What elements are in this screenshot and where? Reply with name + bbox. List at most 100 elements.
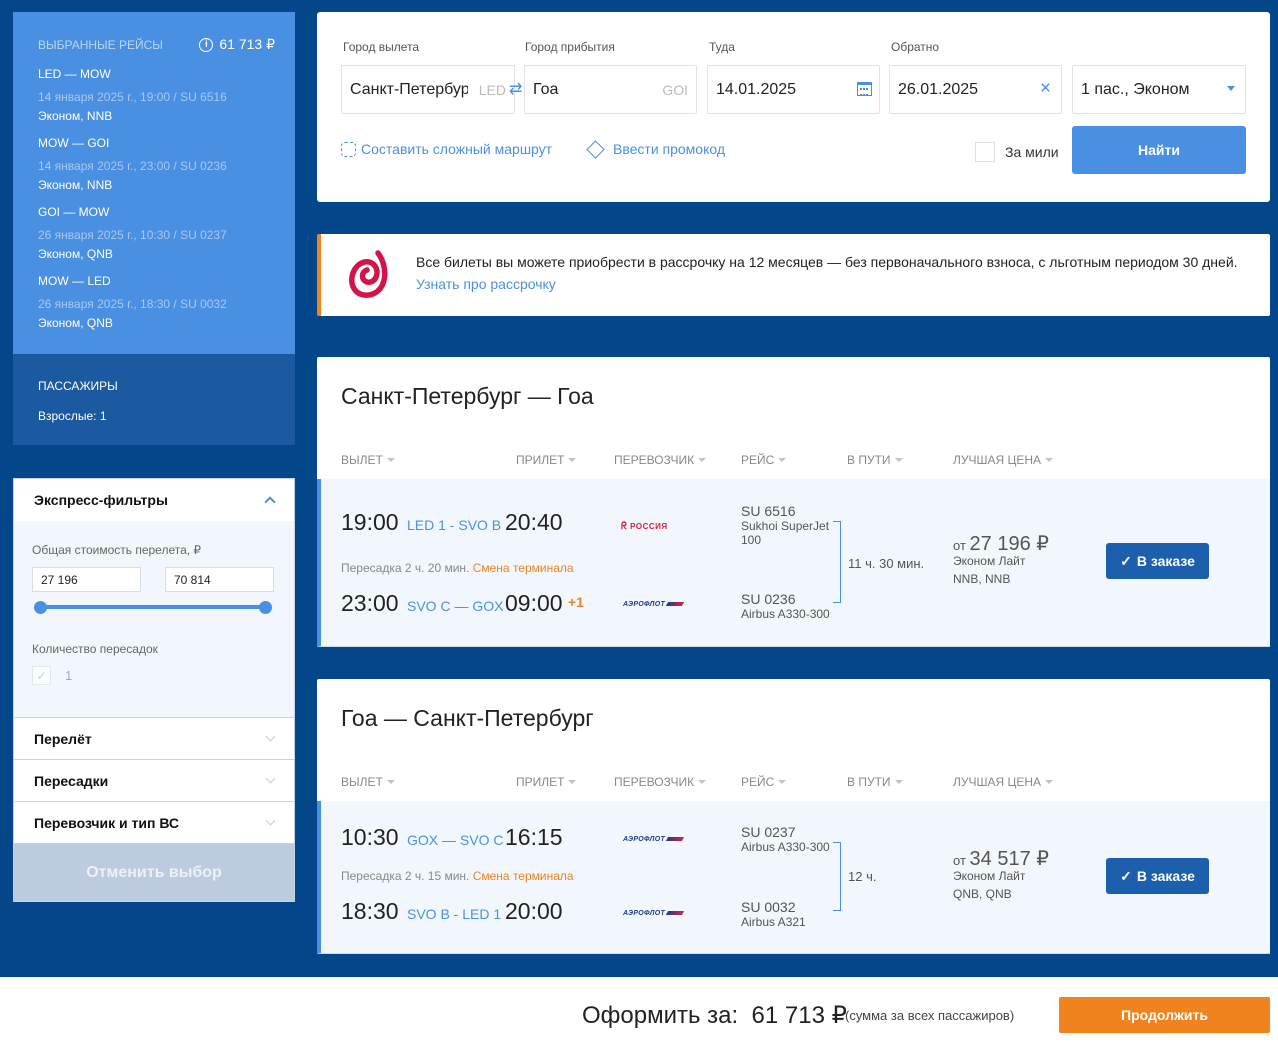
selected-flights-title: Выбранные рейсы — [38, 37, 163, 52]
route-icon — [341, 141, 356, 157]
info-icon[interactable]: i — [199, 37, 214, 52]
col-flight[interactable]: Рейс — [741, 453, 787, 467]
slider-min-handle[interactable] — [34, 601, 47, 614]
carrier-name: РОССИЯ — [630, 522, 668, 531]
stops-filter-label: Количество пересадок — [32, 642, 158, 656]
col-departure[interactable]: Вылет — [341, 453, 395, 467]
miles-checkbox[interactable] — [975, 142, 995, 162]
checkout-total-label: Оформить за: — [582, 1002, 739, 1029]
checkout-total-value: 61 713 ₽ — [751, 1002, 847, 1029]
transfer-duration: Пересадка 2 ч. 20 мин. — [341, 561, 470, 575]
col-label: Лучшая цена — [953, 775, 1042, 789]
filter-section-label: Пересадки — [34, 772, 109, 789]
col-label: Вылет — [341, 775, 383, 789]
sort-icon — [698, 458, 707, 462]
col-label: Прилет — [516, 775, 565, 789]
price-min-input[interactable] — [32, 567, 141, 592]
stops-checkbox[interactable]: ✓ — [32, 666, 51, 685]
leg1-arrival-time: 16:15 — [505, 824, 563, 850]
price-range-slider[interactable] — [34, 600, 272, 614]
leg1-flight-number: SU 6516 — [741, 503, 796, 519]
in-order-button[interactable]: ✓ В заказе — [1106, 858, 1209, 894]
passengers-class-select[interactable]: 1 пас., Эконом — [1072, 65, 1246, 114]
fare-name: Эконом Лайт — [953, 554, 1026, 568]
complex-route-label: Составить сложный маршрут — [361, 141, 553, 157]
return-date-value: 26.01.2025 — [898, 80, 979, 98]
sort-icon — [568, 780, 577, 784]
dropdown-arrow-icon — [1227, 86, 1235, 91]
check-icon: ✓ — [1120, 867, 1132, 884]
checkout-total: Оформить за: 61 713 ₽ — [582, 1001, 847, 1030]
segment-class: Эконом, QNB — [38, 247, 113, 261]
filter-section-carrier[interactable]: Перевозчик и тип ВС — [14, 801, 294, 843]
find-button[interactable]: Найти — [1072, 126, 1246, 174]
depart-label: Туда — [709, 40, 735, 54]
checkout-note: (сумма за всех пассажиров) — [845, 1008, 1015, 1023]
checkout-bar: Оформить за: 61 713 ₽ (сумма за всех пас… — [0, 977, 1278, 1052]
fare-codes: NNB, NNB — [953, 572, 1011, 586]
sort-icon — [386, 458, 395, 462]
segment-route: MOW — GOI — [38, 136, 110, 150]
chevron-down-icon — [265, 731, 276, 742]
flight-row[interactable]: 19:00 LED 1 - SVO B 20:40 ᖇ РОССИЯ SU 65… — [317, 479, 1270, 647]
col-flight[interactable]: Рейс — [741, 775, 787, 789]
col-label: В пути — [847, 775, 891, 789]
depart-date-input[interactable]: 14.01.2025 — [707, 65, 880, 114]
segment-date: 14 января 2025 г., 23:00 / SU 0236 — [38, 159, 227, 173]
continue-button[interactable]: Продолжить — [1059, 997, 1270, 1033]
terminal-change-warning: Смена терминала — [472, 561, 574, 575]
to-city-code: GOI — [662, 81, 688, 98]
in-order-button[interactable]: ✓ В заказе — [1106, 543, 1209, 579]
col-duration[interactable]: В пути — [847, 775, 903, 789]
express-filters-header[interactable]: Экспресс-фильтры — [14, 479, 294, 521]
column-headers: Вылет Прилет Перевозчик Рейс В пути Лучш… — [317, 453, 1270, 473]
col-best-price[interactable]: Лучшая цена — [953, 453, 1054, 467]
segment-date: 26 января 2025 г., 18:30 / SU 0032 — [38, 297, 227, 311]
chevron-down-icon — [265, 815, 276, 826]
miles-option[interactable]: За мили — [975, 142, 1059, 162]
travel-duration: 11 ч. 30 мин. — [848, 556, 925, 571]
check-icon: ✓ — [1120, 552, 1132, 569]
sort-icon — [1045, 780, 1054, 784]
leg2-arrival-time: 20:00 — [505, 898, 563, 924]
slider-max-handle[interactable] — [259, 601, 272, 614]
to-city-input[interactable]: Гоа GOI — [524, 65, 697, 114]
inbound-card: Гоа — Санкт-Петербург Вылет Прилет Перев… — [317, 679, 1270, 954]
complex-route-link[interactable]: Составить сложный маршрут — [341, 141, 552, 157]
filter-section-transfers[interactable]: Пересадки — [14, 759, 294, 801]
col-departure[interactable]: Вылет — [341, 775, 395, 789]
leg1-arrival-time: 20:40 — [505, 509, 563, 535]
swap-icon[interactable]: ⇄ — [509, 79, 522, 99]
return-date-input[interactable]: 26.01.2025 × — [889, 65, 1062, 114]
cancel-selection-button[interactable]: Отменить выбор — [14, 843, 294, 901]
chevron-up-icon — [264, 496, 276, 508]
installment-banner: Все билеты вы можете приобрести в рассро… — [317, 234, 1270, 316]
flight-row[interactable]: 10:30 GOX — SVO C 16:15 АЭРОФЛОТ SU 0237… — [317, 801, 1270, 954]
col-duration[interactable]: В пути — [847, 453, 903, 467]
filter-section-label: Перевозчик и тип ВС — [34, 814, 180, 831]
close-icon[interactable]: × — [1040, 78, 1051, 100]
col-carrier[interactable]: Перевозчик — [614, 453, 707, 467]
connection-bracket — [833, 521, 841, 603]
transfer-info: Пересадка 2 ч. 15 мин. Смена терминала — [341, 869, 574, 883]
price-max-input[interactable] — [165, 567, 274, 592]
leg2-flight-number: SU 0236 — [741, 591, 796, 607]
calendar-icon[interactable] — [857, 82, 872, 96]
carrier-name: АЭРОФЛОТ — [623, 910, 666, 917]
installment-link[interactable]: Узнать про рассрочку — [416, 276, 556, 292]
promo-code-link[interactable]: Ввести промокод — [586, 139, 725, 159]
from-city-input[interactable]: Санкт-Петербург LED — [341, 65, 515, 114]
col-best-price[interactable]: Лучшая цена — [953, 775, 1054, 789]
inbound-title: Гоа — Санкт-Петербург — [341, 705, 594, 731]
col-arrival[interactable]: Прилет — [516, 453, 577, 467]
filter-section-flight[interactable]: Перелёт — [14, 717, 294, 759]
col-label: Рейс — [741, 453, 775, 467]
col-arrival[interactable]: Прилет — [516, 775, 577, 789]
col-label: Прилет — [516, 453, 565, 467]
passengers-count: Взрослые: 1 — [38, 409, 107, 423]
sort-icon — [894, 780, 903, 784]
banner-text: Все билеты вы можете приобрести в рассро… — [416, 254, 1238, 270]
col-carrier[interactable]: Перевозчик — [614, 775, 707, 789]
leg1-route: LED 1 - SVO B — [407, 517, 502, 533]
search-form: Город вылета Санкт-Петербург LED ⇄ Город… — [317, 12, 1270, 202]
